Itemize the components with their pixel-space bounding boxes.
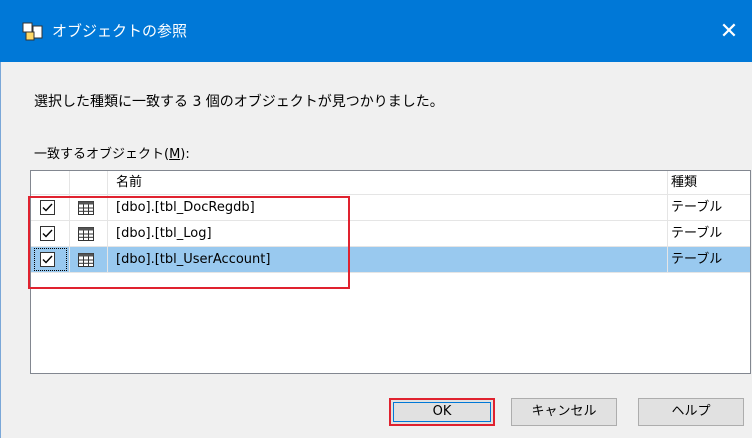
label-suffix: ): [180,147,190,162]
table-row-selected[interactable]: [dbo].[tbl_UserAccount] テーブル [31,247,750,273]
result-message: 選択した種類に一致する 3 個のオブジェクトが見つかりました。 [34,94,444,110]
ok-button-label: OK [432,404,452,419]
row-check-cell [31,221,70,246]
header-icon-column[interactable] [70,171,108,195]
window-border [0,62,12,438]
row-name: [dbo].[tbl_Log] [108,221,668,246]
table-row[interactable]: [dbo].[tbl_DocRegdb] テーブル [31,195,750,221]
help-button[interactable]: ヘルプ [638,398,744,426]
checkmark-icon [42,203,53,212]
header-check-column[interactable] [31,171,70,195]
database-objects-icon [22,22,43,41]
label-prefix: 一致するオブジェクト( [34,147,170,162]
row-checkbox[interactable] [40,226,55,241]
row-type: テーブル [671,200,723,215]
row-check-cell [31,247,70,272]
row-icon-cell [70,221,108,246]
matching-objects-list[interactable]: 名前 種類 [dbo].[tbl_DocRegdb] テーブル [dbo].[t… [30,170,751,374]
header-name[interactable]: 名前 [108,171,668,195]
row-checkbox[interactable] [40,200,55,215]
row-check-cell [31,195,70,220]
row-type: テーブル [671,226,723,241]
cancel-button[interactable]: キャンセル [511,398,617,426]
title-bar: オブジェクトの参照 ✕ [0,0,752,62]
row-checkbox[interactable] [40,252,55,267]
row-type: テーブル [671,252,723,267]
checkmark-icon [42,229,53,238]
window-title: オブジェクトの参照 [52,22,188,40]
list-header: 名前 種類 [31,171,750,195]
close-icon: ✕ [719,18,739,44]
table-icon [78,227,94,241]
close-button[interactable]: ✕ [706,12,752,50]
ok-button[interactable]: OK [389,398,495,426]
table-icon [78,253,94,267]
table-icon [78,201,94,215]
row-icon-cell [70,247,108,272]
header-type[interactable]: 種類 [668,171,750,195]
row-name: [dbo].[tbl_UserAccount] [108,247,668,272]
row-name: [dbo].[tbl_DocRegdb] [108,195,668,220]
matching-objects-label: 一致するオブジェクト(M): [34,146,190,164]
checkmark-icon [42,255,53,264]
table-row[interactable]: [dbo].[tbl_Log] テーブル [31,221,750,247]
label-mnemonic: M [169,147,181,162]
row-icon-cell [70,195,108,220]
